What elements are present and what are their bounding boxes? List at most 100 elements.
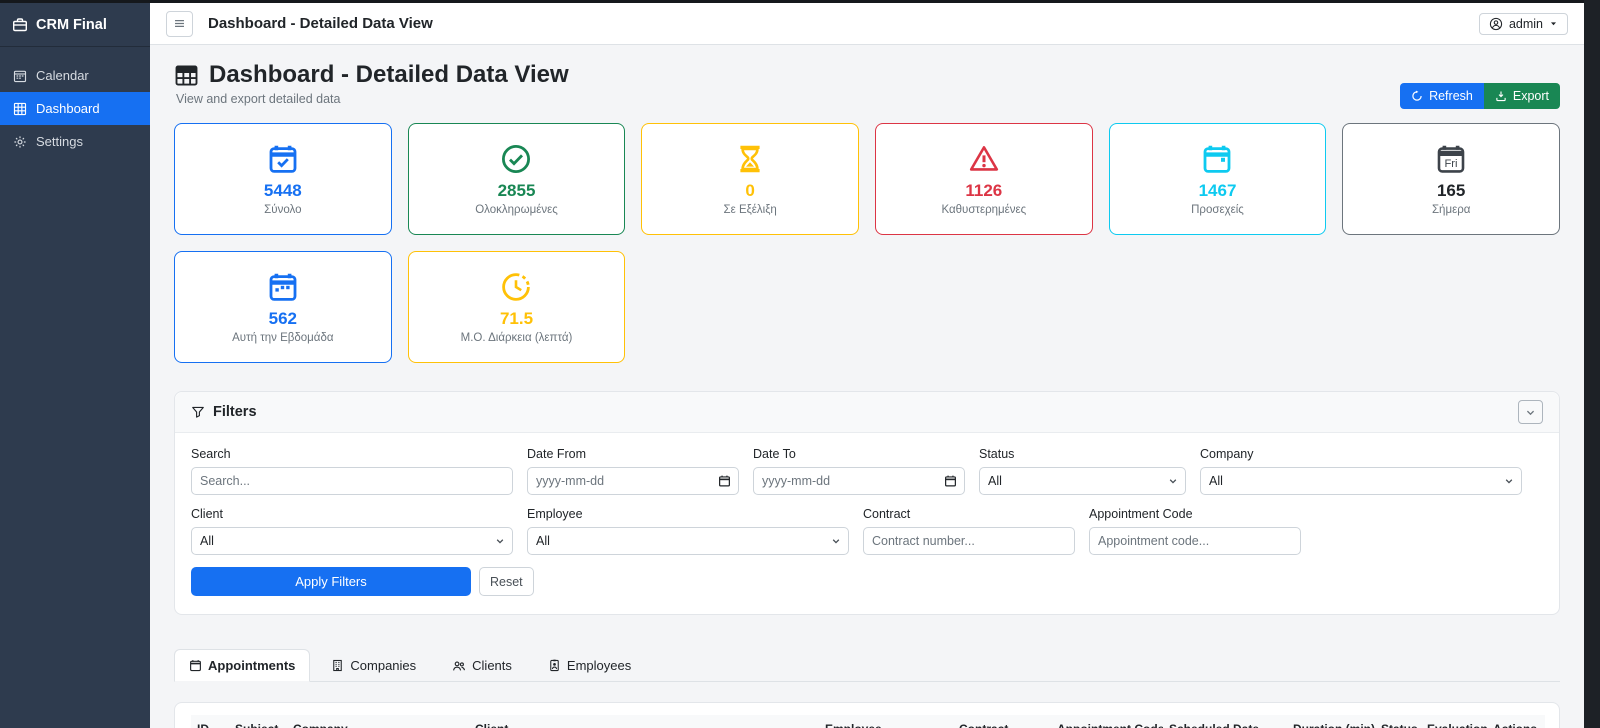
filter-field-company: Company All bbox=[1200, 447, 1522, 495]
user-menu-button[interactable]: admin bbox=[1479, 13, 1568, 35]
sidebar-item-settings[interactable]: Settings bbox=[0, 125, 150, 158]
main-area: Dashboard - Detailed Data View admin bbox=[150, 3, 1584, 728]
page-title: Dashboard - Detailed Data View bbox=[209, 61, 569, 89]
contract-input[interactable] bbox=[863, 527, 1075, 555]
stat-value: 562 bbox=[269, 309, 297, 329]
sidebar-item-dashboard[interactable]: Dashboard bbox=[0, 92, 150, 125]
filter-field-status: Status All bbox=[979, 447, 1186, 495]
col-header-appointment-code[interactable]: Appointment Code bbox=[1051, 715, 1163, 728]
apply-filters-button[interactable]: Apply Filters bbox=[191, 567, 471, 596]
sidebar-item-calendar[interactable]: Calendar bbox=[0, 59, 150, 92]
stat-label: Καθυστερημένες bbox=[941, 204, 1026, 216]
sidebar-item-label: Settings bbox=[36, 134, 83, 149]
filters-collapse-button[interactable] bbox=[1518, 400, 1543, 424]
tab-companies[interactable]: Companies bbox=[316, 649, 431, 682]
sidebar: CRM Final Calendar Dashboard Settings bbox=[0, 3, 150, 728]
col-header-subject[interactable]: Subject bbox=[229, 715, 287, 728]
tab-appointments[interactable]: Appointments bbox=[174, 649, 310, 682]
col-header-company[interactable]: Company bbox=[287, 715, 469, 728]
reset-filters-button[interactable]: Reset bbox=[479, 567, 534, 596]
col-header-actions[interactable]: Actions bbox=[1487, 715, 1545, 728]
chevron-down-icon bbox=[1525, 407, 1536, 418]
employee-select[interactable]: All bbox=[527, 527, 849, 555]
appointments-table: ID Subject Company Client Employee Contr… bbox=[191, 715, 1545, 728]
appointment-code-label: Appointment Code bbox=[1089, 507, 1301, 521]
stat-label: Ολοκληρωμένες bbox=[475, 204, 558, 216]
contract-label: Contract bbox=[863, 507, 1075, 521]
refresh-button[interactable]: Refresh bbox=[1400, 83, 1484, 109]
col-header-contract[interactable]: Contract bbox=[953, 715, 1051, 728]
company-select[interactable]: All bbox=[1200, 467, 1522, 495]
calendar-check-icon bbox=[267, 143, 299, 179]
stat-value: 0 bbox=[745, 181, 754, 201]
sidebar-nav: Calendar Dashboard Settings bbox=[0, 47, 150, 158]
filter-field-client: Client All bbox=[191, 507, 513, 555]
page-content: Dashboard - Detailed Data View View and … bbox=[150, 45, 1584, 728]
filters-panel: Filters Search bbox=[174, 391, 1560, 615]
calendar-icon bbox=[189, 659, 202, 672]
topbar-title: Dashboard - Detailed Data View bbox=[208, 15, 433, 32]
stat-card-upcoming: 1467 Προσεχείς bbox=[1109, 123, 1327, 235]
tab-label: Appointments bbox=[208, 658, 295, 673]
page-head: Dashboard - Detailed Data View View and … bbox=[174, 61, 1560, 109]
sidebar-toggle-button[interactable] bbox=[166, 11, 193, 37]
status-select[interactable]: All bbox=[979, 467, 1186, 495]
employee-label: Employee bbox=[527, 507, 849, 521]
gear-icon bbox=[13, 135, 27, 149]
hourglass-icon bbox=[734, 143, 766, 179]
stat-value: 5448 bbox=[264, 181, 302, 201]
check-circle-icon bbox=[500, 143, 532, 179]
date-to-label: Date To bbox=[753, 447, 965, 461]
table-grid-icon bbox=[13, 102, 27, 116]
filter-field-employee: Employee All bbox=[527, 507, 849, 555]
tab-label: Employees bbox=[567, 658, 631, 673]
filter-field-date-to: Date To bbox=[753, 447, 965, 495]
client-select[interactable]: All bbox=[191, 527, 513, 555]
col-header-evaluation[interactable]: Evaluation bbox=[1421, 715, 1487, 728]
calendar-event-icon bbox=[1201, 143, 1233, 179]
tab-employees[interactable]: Employees bbox=[533, 649, 646, 682]
caret-down-icon bbox=[1549, 19, 1558, 28]
stats-grid: 5448 Σύνολο 2855 Ολοκληρωμένες 0 Σε Εξέλ… bbox=[174, 123, 1560, 363]
brand-label: CRM Final bbox=[36, 17, 107, 33]
client-label: Client bbox=[191, 507, 513, 521]
col-header-duration[interactable]: Duration (min) bbox=[1287, 715, 1375, 728]
table-icon bbox=[174, 63, 199, 88]
browser-scrollbar[interactable] bbox=[1584, 0, 1600, 728]
svg-text:Fri: Fri bbox=[1445, 158, 1458, 170]
stat-value: 1126 bbox=[965, 181, 1002, 201]
stat-value: 71.5 bbox=[500, 309, 533, 329]
col-header-client[interactable]: Client bbox=[469, 715, 819, 728]
date-to-input[interactable] bbox=[753, 467, 965, 495]
stat-card-today: Fri 165 Σήμερα bbox=[1342, 123, 1560, 235]
filter-field-search: Search bbox=[191, 447, 513, 495]
download-icon bbox=[1495, 90, 1507, 102]
stat-label: Σύνολο bbox=[264, 204, 301, 216]
col-header-id[interactable]: ID bbox=[191, 715, 229, 728]
stat-card-overdue: 1126 Καθυστερημένες bbox=[875, 123, 1093, 235]
calendar-week-icon bbox=[267, 271, 299, 307]
search-input[interactable] bbox=[191, 467, 513, 495]
table-header-row: ID Subject Company Client Employee Contr… bbox=[191, 715, 1545, 728]
filters-body: Search Date From bbox=[175, 433, 1559, 614]
stat-value: 2855 bbox=[498, 181, 536, 201]
date-from-input[interactable] bbox=[527, 467, 739, 495]
app-window: CRM Final Calendar Dashboard Settings bbox=[0, 3, 1584, 728]
clock-history-icon bbox=[500, 271, 532, 307]
appointment-code-input[interactable] bbox=[1089, 527, 1301, 555]
export-button[interactable]: Export bbox=[1484, 83, 1560, 109]
tab-clients[interactable]: Clients bbox=[437, 649, 527, 682]
people-icon bbox=[452, 659, 466, 673]
brand: CRM Final bbox=[0, 3, 150, 47]
calendar-icon bbox=[13, 69, 27, 83]
refresh-icon bbox=[1411, 90, 1423, 102]
calendar-fri-icon: Fri bbox=[1435, 143, 1467, 179]
col-header-status[interactable]: Status bbox=[1375, 715, 1421, 728]
col-header-scheduled-date[interactable]: Scheduled Date bbox=[1163, 715, 1287, 728]
filter-field-appointment-code: Appointment Code bbox=[1089, 507, 1301, 555]
stat-label: Σήμερα bbox=[1432, 204, 1470, 216]
filters-title: Filters bbox=[213, 404, 257, 420]
col-header-employee[interactable]: Employee bbox=[819, 715, 953, 728]
stat-label: Αυτή την Εβδομάδα bbox=[232, 332, 333, 344]
stat-value: 165 bbox=[1437, 181, 1465, 201]
